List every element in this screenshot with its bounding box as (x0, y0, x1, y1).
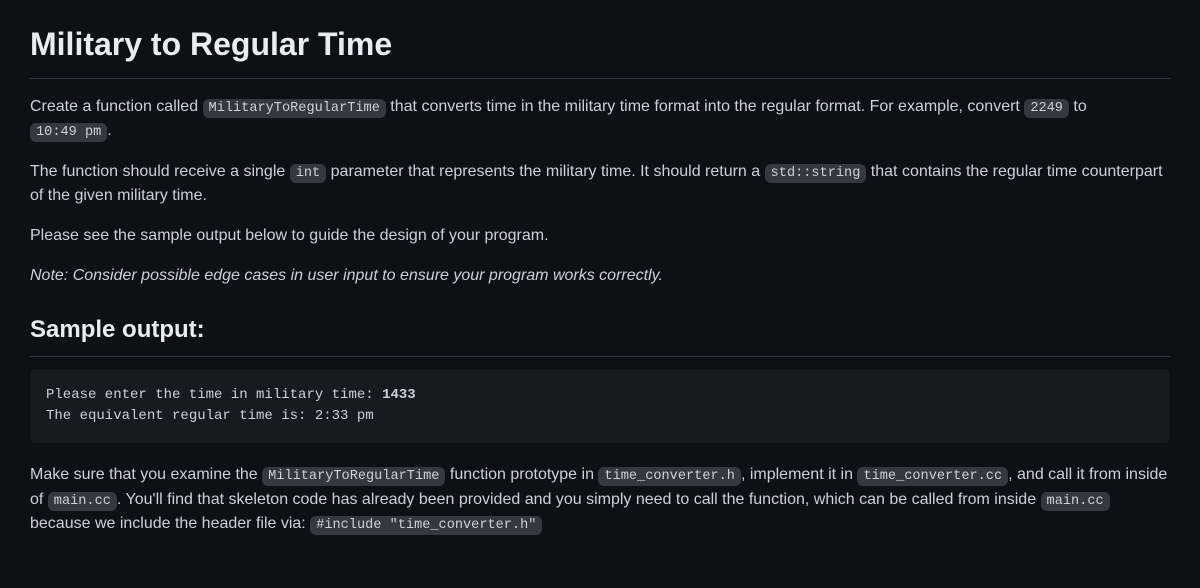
text: that converts time in the military time … (386, 98, 1024, 115)
text: . You'll find that skeleton code has alr… (117, 491, 1041, 508)
code-stdstring: std::string (765, 164, 867, 183)
text: . (107, 122, 111, 139)
text: to (1069, 98, 1087, 115)
code-fn-name-2: MilitaryToRegularTime (262, 467, 445, 486)
text: , implement it in (741, 466, 857, 483)
paragraph-files: Make sure that you examine the MilitaryT… (30, 463, 1170, 536)
paragraph-note: Note: Consider possible edge cases in us… (30, 264, 1170, 288)
document-container: Military to Regular Time Create a functi… (0, 0, 1200, 582)
text: The function should receive a single (30, 163, 290, 180)
paragraph-see-sample: Please see the sample output below to gu… (30, 224, 1170, 248)
paragraph-intro: Create a function called MilitaryToRegul… (30, 95, 1170, 144)
code-fn-name: MilitaryToRegularTime (203, 99, 386, 118)
text: because we include the header file via: (30, 515, 310, 532)
paragraph-signature: The function should receive a single int… (30, 160, 1170, 208)
sample-output-block: Please enter the time in military time: … (30, 369, 1170, 443)
sample-output-heading: Sample output: (30, 312, 1170, 357)
text: Make sure that you examine the (30, 466, 262, 483)
code-military-example: 2249 (1024, 99, 1069, 118)
text: Create a function called (30, 98, 203, 115)
code-main-file: main.cc (48, 492, 117, 511)
code-include: #include "time_converter.h" (310, 516, 542, 535)
sample-line1-input: 1433 (382, 387, 416, 403)
code-regular-example: 10:49 pm (30, 123, 107, 142)
text: parameter that represents the military t… (326, 163, 764, 180)
code-header-file: time_converter.h (598, 467, 741, 486)
code-int: int (290, 164, 326, 183)
text: function prototype in (445, 466, 598, 483)
page-title: Military to Regular Time (30, 20, 1170, 79)
code-main-file-2: main.cc (1041, 492, 1110, 511)
sample-line2: The equivalent regular time is: 2:33 pm (46, 408, 374, 424)
code-impl-file: time_converter.cc (857, 467, 1008, 486)
sample-line1-prefix: Please enter the time in military time: (46, 387, 382, 403)
